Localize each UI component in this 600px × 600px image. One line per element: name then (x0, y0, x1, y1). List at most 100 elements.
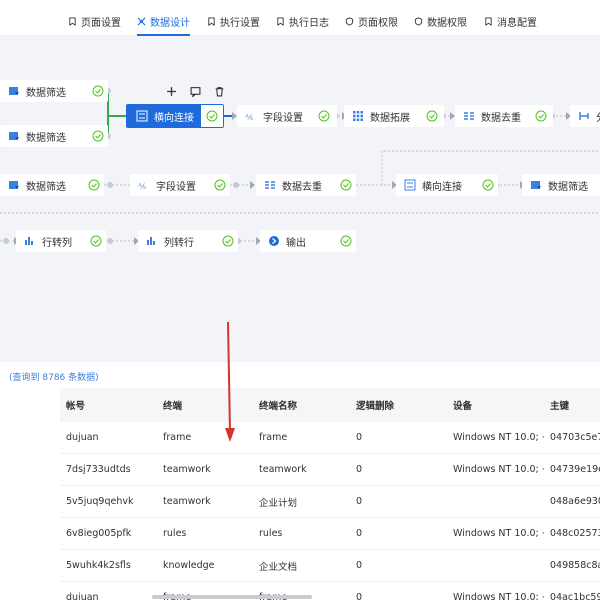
table-row[interactable]: dujuanframeframe0Windows NT 10.0; ⋯04ac1… (60, 582, 600, 600)
tab-message-config[interactable]: 消息配置 (484, 11, 537, 31)
check-circle-icon (92, 130, 104, 142)
table-cell: Windows NT 10.0; ⋯ (453, 528, 544, 539)
table-cell: 5v5juq9qehvk (66, 496, 134, 507)
table-header: 帐号 终端 终端名称 逻辑删除 设备 主键 (60, 388, 600, 422)
node-row-to-column[interactable]: 行转列 (16, 230, 106, 252)
table-row[interactable]: 7dsj733udtds teamwork teamwork 0 Windows NT … (60, 454, 600, 486)
join-icon (136, 110, 148, 122)
column-header[interactable]: 终端 (157, 398, 253, 412)
table-cell: knowledge (163, 560, 215, 571)
bookmark-icon (69, 16, 76, 26)
tab-label: 数据设计 (150, 17, 190, 29)
table-cell: 0 (356, 560, 363, 571)
table-cell: frame (163, 432, 192, 443)
horizontal-scrollbar[interactable] (152, 595, 312, 599)
node-label: 数据筛选 (26, 87, 66, 99)
tab-label: 页面权限 (358, 17, 398, 29)
comment-icon[interactable] (190, 86, 202, 98)
status-box (201, 105, 223, 127)
check-circle-icon (90, 235, 102, 247)
node-label: 数据去重 (282, 181, 322, 193)
table-cell: 048c0257354 (550, 528, 600, 539)
tab-bar: 页面设置 数据设计 执行设置 执行日志 页面权限 数据权限 消息配置 (0, 0, 600, 36)
table-cell: Windows NT 10.0; ⋯ (453, 432, 544, 443)
filter-table-icon (8, 179, 20, 191)
column-header[interactable]: 帐号 (60, 398, 157, 412)
table-cell: 04ac1bc59b (550, 592, 600, 600)
tab-label: 数据权限 (427, 17, 467, 29)
node-label: 数据筛选 (26, 132, 66, 144)
node-horizontal-join-r2[interactable]: 横向连接 (396, 174, 498, 196)
node-horizontal-join-selected[interactable]: 横向连接 (126, 104, 224, 128)
table-cell: 04703c5e72€ (550, 432, 600, 443)
check-circle-icon (340, 179, 352, 191)
table-row[interactable]: 5wuhk4k2sfls knowledge 企业文档 0 049858c8a5€ (60, 550, 600, 582)
design-icon (137, 17, 146, 25)
field-settings-icon: ⅍ (138, 179, 150, 191)
table-cell: 0 (356, 592, 363, 600)
trash-icon[interactable] (214, 86, 226, 98)
node-label: 数据去重 (481, 112, 521, 124)
table-row[interactable]: 5v5juq9qehvk teamwork 企业计划 0 048a6e93074 (60, 486, 600, 518)
table-row[interactable]: dujuan frame frame 0 Windows NT 10.0; ⋯ 04703… (60, 422, 600, 454)
node-split-partial[interactable]: 分 (570, 105, 600, 127)
check-circle-icon (206, 110, 218, 122)
tab-label: 消息配置 (497, 17, 537, 29)
tab-execution-settings[interactable]: 执行设置 (207, 11, 260, 31)
tab-data-design[interactable]: 数据设计 (137, 11, 190, 36)
tab-data-permissions[interactable]: 数据权限 (414, 11, 467, 31)
table-cell: dujuan (66, 592, 99, 600)
node-dedupe-r2[interactable]: 数据去重 (256, 174, 356, 196)
node-output[interactable]: 输出 (260, 230, 356, 252)
result-count: (查询到 8786 条数据) (9, 373, 99, 383)
table-cell: 048a6e93074 (550, 496, 600, 507)
node-data-filter-bottom[interactable]: 数据筛选 (0, 125, 108, 147)
tab-page-permissions[interactable]: 页面权限 (345, 11, 398, 31)
plus-icon[interactable] (166, 86, 178, 98)
output-icon (268, 235, 280, 247)
column-header[interactable]: 终端名称 (253, 398, 350, 412)
node-field-settings-r2[interactable]: ⅍ 字段设置 (130, 174, 230, 196)
table-cell: 04739e19e62 (550, 464, 600, 475)
node-label: 行转列 (42, 237, 72, 249)
node-label: 输出 (286, 237, 306, 249)
column-header[interactable]: 逻辑删除 (350, 398, 447, 412)
table-cell: rules (163, 528, 187, 539)
column-header[interactable]: 设备 (447, 398, 544, 412)
tab-page-settings[interactable]: 页面设置 (68, 11, 121, 31)
node-label: 数据筛选 (548, 181, 588, 193)
table-cell: 049858c8a5€ (550, 560, 600, 571)
svg-text:⅍: ⅍ (245, 113, 253, 122)
field-settings-icon: ⅍ (245, 110, 257, 122)
table-row[interactable]: 6v8ieg005pfk rules rules 0 Windows NT 10.0; … (60, 518, 600, 550)
table-cell: 企业文档 (259, 561, 298, 573)
filter-table-icon (8, 85, 20, 97)
node-data-filter-r2b[interactable]: 数据筛选 (522, 174, 600, 196)
split-icon (578, 110, 590, 122)
flow-canvas[interactable]: 数据筛选 数据筛选 横向连接 ⅍ 字段设置 数据拓展 数据去重 数据筛选 ⅍ 字… (0, 36, 600, 362)
check-circle-icon (88, 179, 100, 191)
node-label: 字段设置 (263, 112, 303, 124)
table-cell: rules (259, 528, 283, 539)
table-cell: 7dsj733udtds (66, 464, 131, 475)
check-circle-icon (340, 235, 352, 247)
tab-label: 页面设置 (81, 17, 121, 29)
tab-execution-log[interactable]: 执行日志 (276, 11, 329, 31)
node-column-to-row[interactable]: 列转行 (138, 230, 238, 252)
table-cell: frame (259, 432, 288, 443)
node-data-filter-top[interactable]: 数据筛选 (0, 80, 108, 102)
join-icon (404, 179, 416, 191)
node-label: 分 (596, 109, 600, 124)
check-circle-icon (214, 179, 226, 191)
node-label: 横向连接 (422, 181, 462, 193)
bookmark-icon (277, 16, 284, 26)
column-header[interactable]: 主键 (544, 398, 600, 412)
node-data-filter-r2[interactable]: 数据筛选 (0, 174, 104, 196)
table-cell: 6v8ieg005pfk (66, 528, 132, 539)
tab-label: 执行日志 (289, 17, 329, 29)
row-to-column-icon (24, 235, 36, 247)
node-label: 数据拓展 (370, 112, 410, 124)
table-cell: 0 (356, 496, 363, 507)
dedupe-icon (264, 179, 276, 191)
table-cell: Windows NT 10.0; ⋯ (453, 592, 544, 600)
